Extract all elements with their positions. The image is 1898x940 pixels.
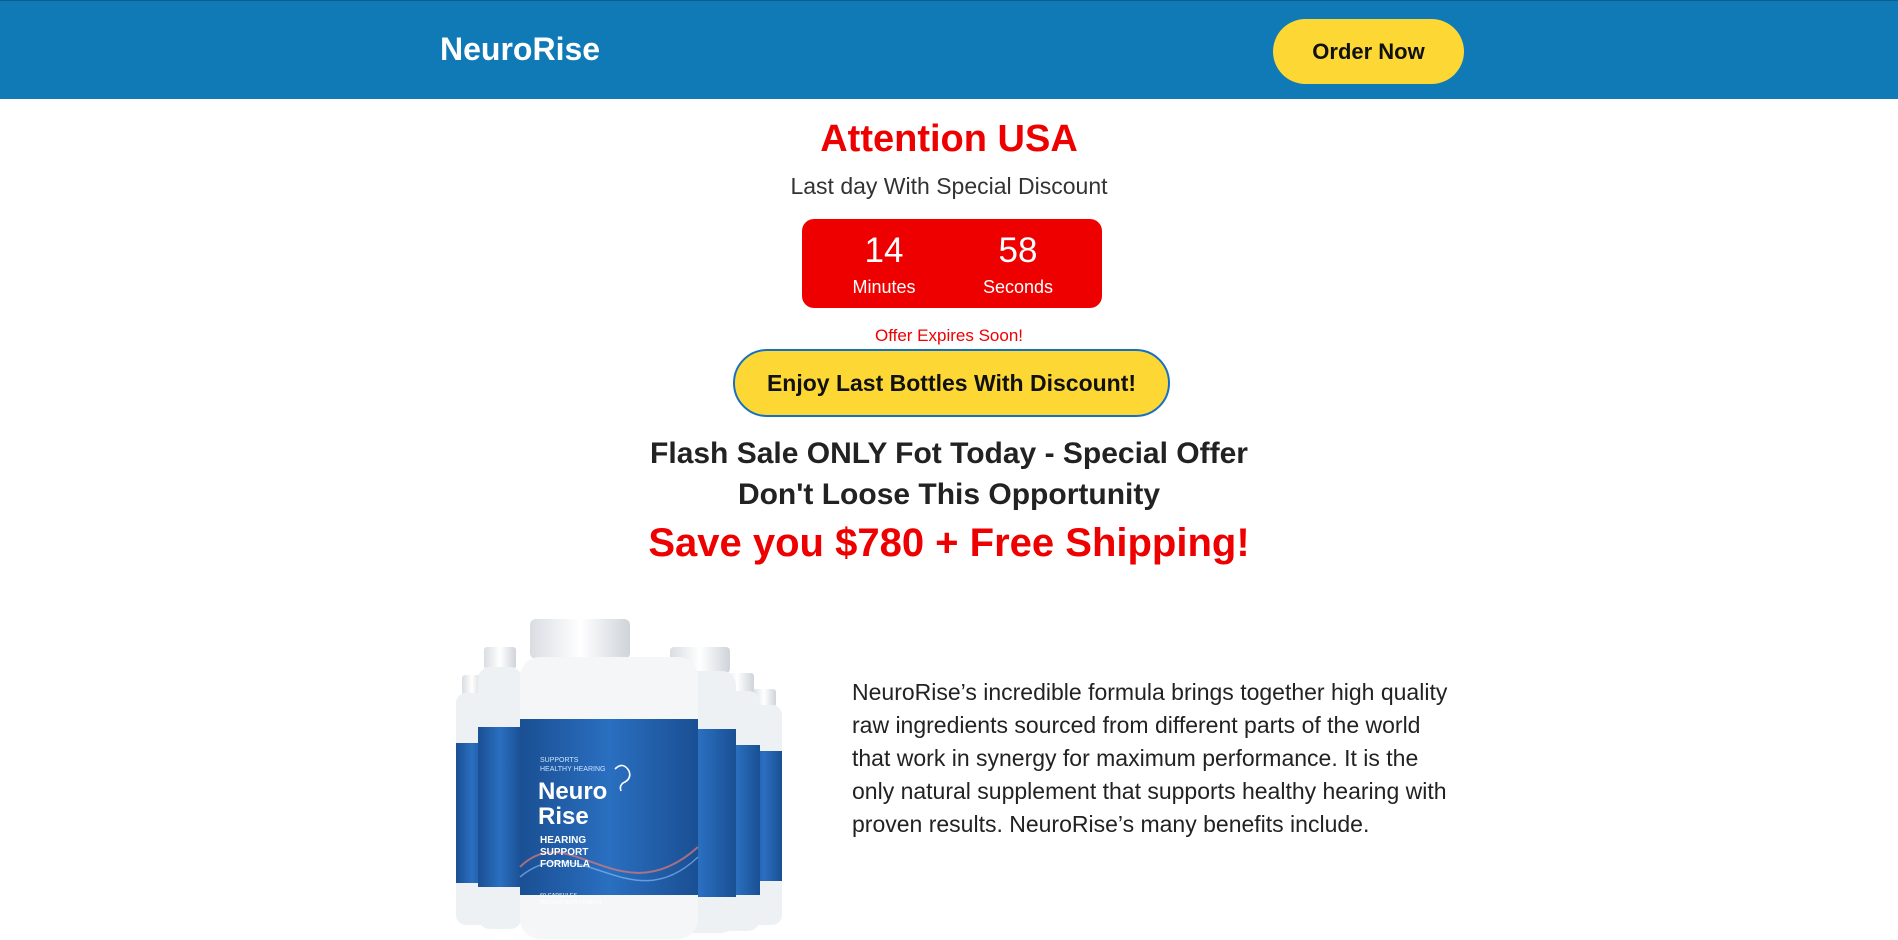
bottle-label-caps1: 60 CAPSULES — [540, 893, 577, 899]
enjoy-discount-button[interactable]: Enjoy Last Bottles With Discount! — [733, 349, 1170, 417]
top-header: NeuroRise Order Now — [0, 0, 1898, 99]
seconds-value: 58 — [998, 231, 1038, 270]
bottle-label-name2: Rise — [538, 803, 589, 830]
bottle-label-small1: SUPPORTS — [540, 757, 579, 764]
bottle-label-small2: HEALTHY HEARING — [540, 766, 605, 773]
bottle-label-name1: Neuro — [538, 778, 607, 805]
minutes-label: Minutes — [852, 277, 916, 297]
brand-logo[interactable]: NeuroRise — [440, 31, 600, 68]
product-bottles-image: SUPPORTS HEALTHY HEARING Neuro Rise HEAR… — [456, 619, 782, 939]
bottle-label-sub1: HEARING — [540, 835, 586, 846]
bottle-front: SUPPORTS HEALTHY HEARING Neuro Rise HEAR… — [519, 619, 699, 939]
product-description: NeuroRise’s incredible formula brings to… — [852, 679, 1448, 837]
offer-expires-text: Offer Expires Soon! — [874, 326, 1024, 345]
countdown-seconds: 58 Seconds — [958, 231, 1078, 298]
countdown-timer: 14 Minutes 58 Seconds — [802, 219, 1102, 308]
discount-subtitle: Last day With Special Discount — [790, 173, 1108, 199]
savings-heading: Save you $780 + Free Shipping! — [648, 521, 1250, 565]
flash-sale-heading: Flash Sale ONLY Fot Today - Special Offe… — [650, 437, 1248, 470]
order-now-button[interactable]: Order Now — [1273, 19, 1464, 84]
seconds-label: Seconds — [982, 277, 1054, 297]
countdown-minutes: 14 Minutes — [824, 231, 944, 298]
minutes-value: 14 — [864, 231, 904, 270]
bottle-label-sub2: SUPPORT — [540, 847, 588, 858]
bottle-back-left-mid — [478, 647, 522, 929]
bottle-label-sub3: FORMULA — [540, 859, 590, 870]
opportunity-heading: Don't Loose This Opportunity — [737, 478, 1161, 511]
bottle-label-caps2: DIETARY SUPPLEMENT — [540, 900, 603, 906]
attention-heading: Attention USA — [820, 118, 1078, 160]
